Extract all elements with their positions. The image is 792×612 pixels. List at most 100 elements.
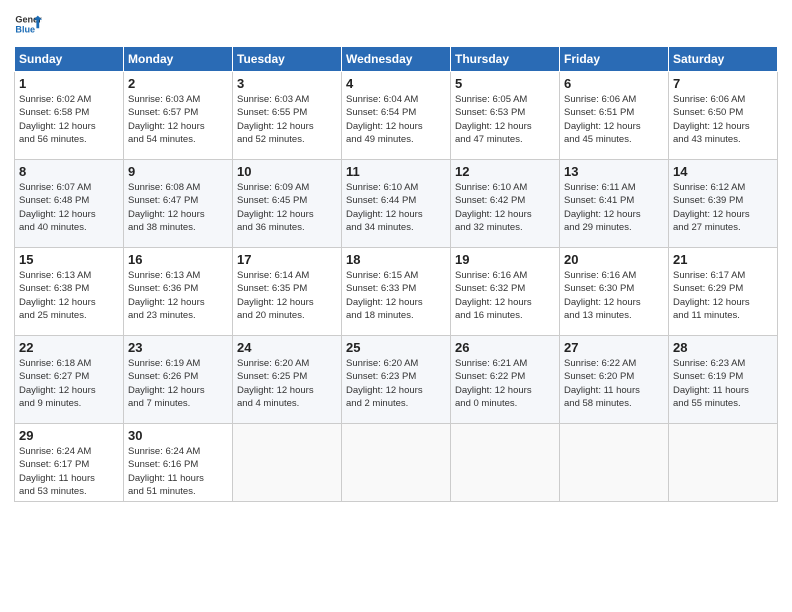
calendar-cell: 7 Sunrise: 6:06 AMSunset: 6:50 PMDayligh… [669,72,778,160]
weekday-header-monday: Monday [124,47,233,72]
day-info: Sunrise: 6:17 AMSunset: 6:29 PMDaylight:… [673,270,750,321]
day-number: 11 [346,164,446,179]
day-number: 27 [564,340,664,355]
day-info: Sunrise: 6:03 AMSunset: 6:57 PMDaylight:… [128,94,205,145]
calendar-cell: 17 Sunrise: 6:14 AMSunset: 6:35 PMDaylig… [233,248,342,336]
day-info: Sunrise: 6:03 AMSunset: 6:55 PMDaylight:… [237,94,314,145]
day-number: 10 [237,164,337,179]
calendar-cell: 6 Sunrise: 6:06 AMSunset: 6:51 PMDayligh… [560,72,669,160]
day-number: 18 [346,252,446,267]
day-number: 30 [128,428,228,443]
day-info: Sunrise: 6:06 AMSunset: 6:50 PMDaylight:… [673,94,750,145]
svg-text:Blue: Blue [15,24,35,34]
calendar-cell: 21 Sunrise: 6:17 AMSunset: 6:29 PMDaylig… [669,248,778,336]
calendar-cell: 16 Sunrise: 6:13 AMSunset: 6:36 PMDaylig… [124,248,233,336]
weekday-header-thursday: Thursday [451,47,560,72]
calendar-cell: 4 Sunrise: 6:04 AMSunset: 6:54 PMDayligh… [342,72,451,160]
calendar-cell: 10 Sunrise: 6:09 AMSunset: 6:45 PMDaylig… [233,160,342,248]
calendar-cell: 30 Sunrise: 6:24 AMSunset: 6:16 PMDaylig… [124,424,233,502]
calendar-cell: 5 Sunrise: 6:05 AMSunset: 6:53 PMDayligh… [451,72,560,160]
day-number: 1 [19,76,119,91]
day-info: Sunrise: 6:16 AMSunset: 6:30 PMDaylight:… [564,270,641,321]
calendar-cell: 18 Sunrise: 6:15 AMSunset: 6:33 PMDaylig… [342,248,451,336]
weekday-header-sunday: Sunday [15,47,124,72]
day-number: 2 [128,76,228,91]
calendar-cell [342,424,451,502]
day-number: 29 [19,428,119,443]
day-info: Sunrise: 6:20 AMSunset: 6:25 PMDaylight:… [237,358,314,409]
calendar-cell: 15 Sunrise: 6:13 AMSunset: 6:38 PMDaylig… [15,248,124,336]
day-info: Sunrise: 6:20 AMSunset: 6:23 PMDaylight:… [346,358,423,409]
calendar-week-2: 8 Sunrise: 6:07 AMSunset: 6:48 PMDayligh… [15,160,778,248]
calendar-cell: 20 Sunrise: 6:16 AMSunset: 6:30 PMDaylig… [560,248,669,336]
day-number: 22 [19,340,119,355]
day-info: Sunrise: 6:05 AMSunset: 6:53 PMDaylight:… [455,94,532,145]
calendar-cell: 19 Sunrise: 6:16 AMSunset: 6:32 PMDaylig… [451,248,560,336]
calendar-cell: 29 Sunrise: 6:24 AMSunset: 6:17 PMDaylig… [15,424,124,502]
day-number: 14 [673,164,773,179]
day-info: Sunrise: 6:16 AMSunset: 6:32 PMDaylight:… [455,270,532,321]
day-info: Sunrise: 6:06 AMSunset: 6:51 PMDaylight:… [564,94,641,145]
calendar-cell: 13 Sunrise: 6:11 AMSunset: 6:41 PMDaylig… [560,160,669,248]
day-number: 26 [455,340,555,355]
day-number: 9 [128,164,228,179]
calendar-cell: 27 Sunrise: 6:22 AMSunset: 6:20 PMDaylig… [560,336,669,424]
header: General Blue [14,10,778,38]
day-number: 13 [564,164,664,179]
weekday-header-row: SundayMondayTuesdayWednesdayThursdayFrid… [15,47,778,72]
day-info: Sunrise: 6:21 AMSunset: 6:22 PMDaylight:… [455,358,532,409]
day-info: Sunrise: 6:15 AMSunset: 6:33 PMDaylight:… [346,270,423,321]
day-number: 23 [128,340,228,355]
day-number: 28 [673,340,773,355]
calendar-cell: 8 Sunrise: 6:07 AMSunset: 6:48 PMDayligh… [15,160,124,248]
day-info: Sunrise: 6:09 AMSunset: 6:45 PMDaylight:… [237,182,314,233]
day-info: Sunrise: 6:23 AMSunset: 6:19 PMDaylight:… [673,358,749,409]
day-number: 20 [564,252,664,267]
day-number: 25 [346,340,446,355]
day-info: Sunrise: 6:07 AMSunset: 6:48 PMDaylight:… [19,182,96,233]
weekday-header-wednesday: Wednesday [342,47,451,72]
calendar-cell [669,424,778,502]
calendar-cell: 3 Sunrise: 6:03 AMSunset: 6:55 PMDayligh… [233,72,342,160]
calendar-cell: 23 Sunrise: 6:19 AMSunset: 6:26 PMDaylig… [124,336,233,424]
day-info: Sunrise: 6:24 AMSunset: 6:17 PMDaylight:… [19,446,95,497]
day-number: 17 [237,252,337,267]
day-info: Sunrise: 6:14 AMSunset: 6:35 PMDaylight:… [237,270,314,321]
day-info: Sunrise: 6:19 AMSunset: 6:26 PMDaylight:… [128,358,205,409]
calendar-cell: 24 Sunrise: 6:20 AMSunset: 6:25 PMDaylig… [233,336,342,424]
day-number: 21 [673,252,773,267]
day-info: Sunrise: 6:08 AMSunset: 6:47 PMDaylight:… [128,182,205,233]
day-number: 19 [455,252,555,267]
day-info: Sunrise: 6:18 AMSunset: 6:27 PMDaylight:… [19,358,96,409]
day-info: Sunrise: 6:12 AMSunset: 6:39 PMDaylight:… [673,182,750,233]
day-info: Sunrise: 6:24 AMSunset: 6:16 PMDaylight:… [128,446,204,497]
calendar-week-5: 29 Sunrise: 6:24 AMSunset: 6:17 PMDaylig… [15,424,778,502]
day-info: Sunrise: 6:11 AMSunset: 6:41 PMDaylight:… [564,182,641,233]
day-info: Sunrise: 6:02 AMSunset: 6:58 PMDaylight:… [19,94,96,145]
day-number: 5 [455,76,555,91]
calendar-cell: 2 Sunrise: 6:03 AMSunset: 6:57 PMDayligh… [124,72,233,160]
day-info: Sunrise: 6:13 AMSunset: 6:38 PMDaylight:… [19,270,96,321]
calendar-cell: 14 Sunrise: 6:12 AMSunset: 6:39 PMDaylig… [669,160,778,248]
logo-icon: General Blue [14,10,42,38]
calendar-cell: 28 Sunrise: 6:23 AMSunset: 6:19 PMDaylig… [669,336,778,424]
day-info: Sunrise: 6:22 AMSunset: 6:20 PMDaylight:… [564,358,640,409]
weekday-header-tuesday: Tuesday [233,47,342,72]
day-number: 24 [237,340,337,355]
day-number: 4 [346,76,446,91]
calendar-week-1: 1 Sunrise: 6:02 AMSunset: 6:58 PMDayligh… [15,72,778,160]
calendar-cell: 11 Sunrise: 6:10 AMSunset: 6:44 PMDaylig… [342,160,451,248]
day-number: 6 [564,76,664,91]
calendar-cell [451,424,560,502]
calendar-week-4: 22 Sunrise: 6:18 AMSunset: 6:27 PMDaylig… [15,336,778,424]
day-number: 3 [237,76,337,91]
calendar-cell: 1 Sunrise: 6:02 AMSunset: 6:58 PMDayligh… [15,72,124,160]
logo: General Blue [14,10,42,38]
calendar-cell: 12 Sunrise: 6:10 AMSunset: 6:42 PMDaylig… [451,160,560,248]
calendar-cell: 22 Sunrise: 6:18 AMSunset: 6:27 PMDaylig… [15,336,124,424]
day-number: 8 [19,164,119,179]
calendar-table: SundayMondayTuesdayWednesdayThursdayFrid… [14,46,778,502]
weekday-header-friday: Friday [560,47,669,72]
calendar-cell: 25 Sunrise: 6:20 AMSunset: 6:23 PMDaylig… [342,336,451,424]
calendar-cell [233,424,342,502]
